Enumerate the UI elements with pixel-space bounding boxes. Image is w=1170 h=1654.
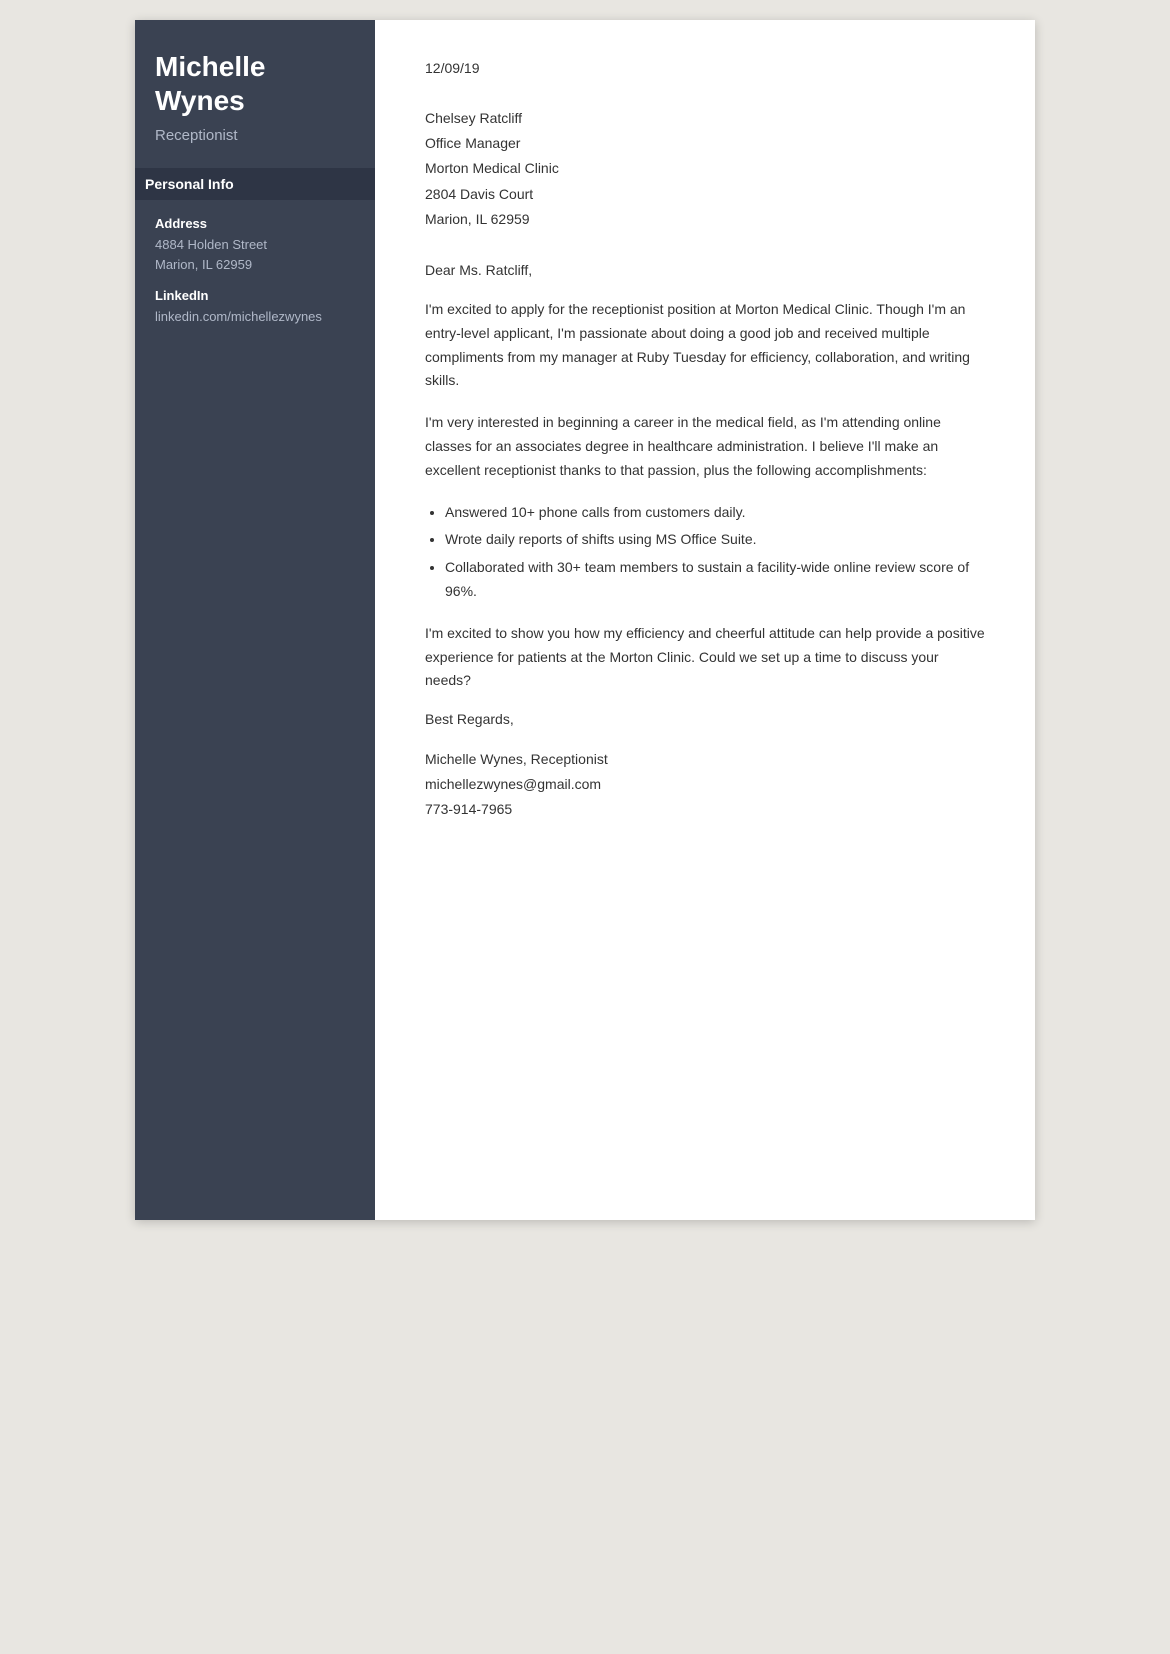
signature-name: Michelle Wynes, Receptionist — [425, 747, 985, 772]
paragraph-3: I'm excited to show you how my efficienc… — [425, 622, 985, 693]
bullet-item-3: Collaborated with 30+ team members to su… — [445, 556, 985, 604]
salutation: Dear Ms. Ratcliff, — [425, 262, 985, 278]
recipient-name: Chelsey Ratcliff — [425, 106, 985, 131]
main-content: 12/09/19 Chelsey Ratcliff Office Manager… — [375, 20, 1035, 1220]
signature-phone: 773-914-7965 — [425, 797, 985, 822]
recipient-company: Morton Medical Clinic — [425, 156, 985, 181]
address-label: Address — [155, 216, 355, 231]
recipient-title: Office Manager — [425, 131, 985, 156]
applicant-title: Receptionist — [155, 127, 355, 144]
paragraph-2: I'm very interested in beginning a caree… — [425, 411, 985, 482]
paragraph-1: I'm excited to apply for the receptionis… — [425, 298, 985, 393]
letter-date: 12/09/19 — [425, 60, 985, 76]
recipient-address1: 2804 Davis Court — [425, 182, 985, 207]
address-value: 4884 Holden Street Marion, IL 62959 — [155, 235, 355, 274]
sidebar: Michelle Wynes Receptionist Personal Inf… — [135, 20, 375, 1220]
signature-email: michellezwynes@gmail.com — [425, 772, 985, 797]
linkedin-value: linkedin.com/michellezwynes — [155, 307, 355, 327]
linkedin-label: LinkedIn — [155, 288, 355, 303]
bullet-item-2: Wrote daily reports of shifts using MS O… — [445, 528, 985, 552]
cover-letter-document: Michelle Wynes Receptionist Personal Inf… — [135, 20, 1035, 1220]
personal-info-header: Personal Info — [135, 168, 375, 200]
closing: Best Regards, — [425, 711, 985, 727]
bullet-item-1: Answered 10+ phone calls from customers … — [445, 501, 985, 525]
recipient-address2: Marion, IL 62959 — [425, 207, 985, 232]
applicant-name: Michelle Wynes — [155, 50, 355, 117]
signature-block: Michelle Wynes, Receptionist michellezwy… — [425, 747, 985, 823]
accomplishments-list: Answered 10+ phone calls from customers … — [445, 501, 985, 604]
recipient-block: Chelsey Ratcliff Office Manager Morton M… — [425, 106, 985, 232]
